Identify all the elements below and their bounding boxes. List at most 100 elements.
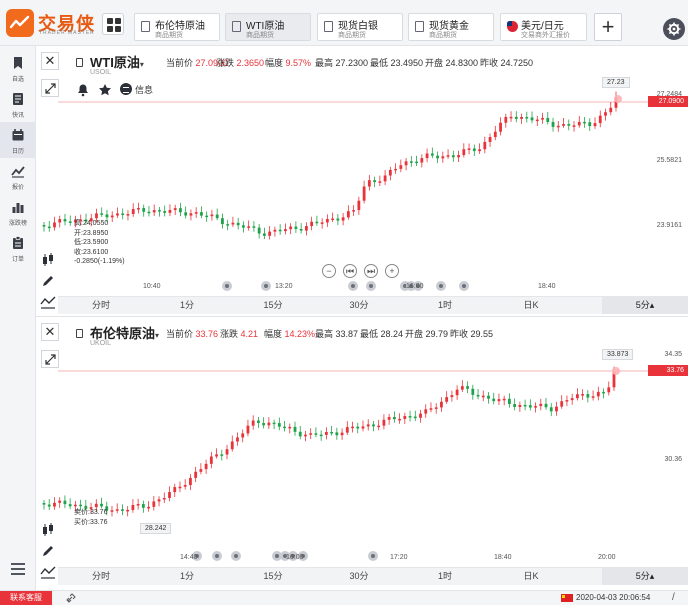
candlestick [415,155,418,167]
pen-icon[interactable] [40,543,56,559]
candlestick [441,151,445,163]
candlestick [562,118,565,128]
period-tab-15m[interactable]: 15分 [230,568,316,585]
candlestick-chart-wti[interactable] [36,47,688,297]
period-tab-1h[interactable]: 1时 [402,568,488,585]
period-tab-day[interactable]: 日K [488,297,574,314]
sidebar-item-calendar[interactable]: 日历 [0,122,36,158]
price-axis-label: 25.5821 [656,157,682,164]
document-icon [232,21,241,32]
period-tab-30m[interactable]: 30分 [316,297,402,314]
candlestick [325,214,329,227]
tab-sub: 商品期货 [246,32,274,39]
time-axis-label: 16:00 [406,283,424,290]
tab-gold[interactable]: 现货黄金 商品期货 [408,13,494,41]
indicator-icon[interactable] [40,294,56,310]
candlestick [199,463,203,475]
candlestick-chart-brent[interactable] [36,318,688,568]
news-icon [13,93,23,105]
candlestick [404,157,408,171]
sidebar-item-orders[interactable]: 订单 [0,230,36,266]
candlestick [242,221,245,233]
candlestick [457,150,460,162]
top-bar: 交易侠 TRADER MASTER 布伦特原油 商品期货 WTI原油 商品期货 … [0,0,688,46]
sidebar-item-ranking[interactable]: 涨跌榜 [0,194,36,230]
candlestick [110,506,114,517]
period-tab-5m[interactable]: 5分▴ [602,297,688,314]
scroll-right-button[interactable]: ⏭ [364,264,378,278]
time-axis-label: 20:00 [598,554,616,561]
low-marker: 28.242 [140,523,172,534]
period-tab-30m[interactable]: 30分 [316,568,402,585]
candlestick [487,392,490,404]
layout-grid-button[interactable] [102,13,124,35]
tab-sub: 商品期货 [155,32,183,39]
calendar-icon [12,129,24,141]
scroll-left-button[interactable]: ⏮ [343,264,357,278]
candlestick [383,170,387,186]
period-tab-1m[interactable]: 1分 [144,297,230,314]
candlestick [346,205,350,220]
candlestick [451,150,455,162]
sidebar-item-label: 自选 [11,77,24,83]
chart-panel-wti: ✕ WTI原油▾ USOIL 当前价 27.0900 涨跌 2.3650 幅度 … [36,47,688,317]
hamburger-menu-icon[interactable] [10,562,26,576]
candlestick [539,398,543,411]
candlestick [429,402,433,413]
candlestick [257,224,261,239]
candlestick [58,215,62,228]
candlestick [598,110,602,128]
sidebar-item-watchlist[interactable]: 自选 [0,50,36,86]
tab-wti[interactable]: WTI原油 商品期货 [225,13,311,41]
candlestick [226,219,230,231]
indicator-icon[interactable] [40,564,56,580]
gear-icon [667,22,681,36]
event-marker-icon[interactable] [222,281,232,291]
candlestick [194,207,198,218]
period-tab-5m[interactable]: 5分▴ [602,568,688,585]
candlestick [546,112,550,125]
candlestick [121,208,125,220]
candlestick [251,415,255,430]
candlestick [121,504,124,516]
candlestick [392,411,396,423]
candlestick [331,212,335,223]
period-tab-day[interactable]: 日K [488,568,574,585]
candlestick [298,425,302,440]
candlestick [518,401,522,412]
us-flag-icon [507,21,518,32]
candlestick [53,216,56,231]
pen-icon[interactable] [40,273,56,289]
tab-silver[interactable]: 现货白银 商品期货 [317,13,403,41]
zoom-in-button[interactable]: + [385,264,399,278]
tab-brent[interactable]: 布伦特原油 商品期货 [134,13,220,41]
candlestick [357,196,361,215]
zoom-out-button[interactable]: − [322,264,336,278]
candlestick [225,444,229,460]
period-tab-1m[interactable]: 1分 [144,568,230,585]
time-axis-label: 18:40 [538,283,556,290]
add-tab-button[interactable]: + [594,13,622,41]
period-tab-15m[interactable]: 15分 [230,297,316,314]
candlestick [450,390,454,402]
candle-type-icon[interactable] [40,522,56,538]
period-tab-1h[interactable]: 1时 [402,297,488,314]
sidebar-item-news[interactable]: 快讯 [0,86,36,122]
candlestick [168,486,171,502]
candlestick [189,209,193,221]
candlestick [604,108,607,121]
candlestick [173,204,177,216]
candlestick [555,401,558,416]
high-marker: 27.23 [602,77,630,88]
candle-type-icon[interactable] [40,252,56,268]
period-tab-tick[interactable]: 分时 [58,297,144,314]
candlestick [398,413,401,424]
candlestick [115,503,119,514]
last-price-tag: 33.76 [648,365,688,376]
candlestick [575,388,579,401]
contact-support-button[interactable]: 联系客服 [0,591,52,605]
settings-button[interactable] [663,18,685,40]
tab-usdjpy[interactable]: 美元/日元 交易商外汇报价 [500,13,587,41]
sidebar-item-quotes[interactable]: 报价 [0,158,36,194]
period-tab-tick[interactable]: 分时 [58,568,144,585]
